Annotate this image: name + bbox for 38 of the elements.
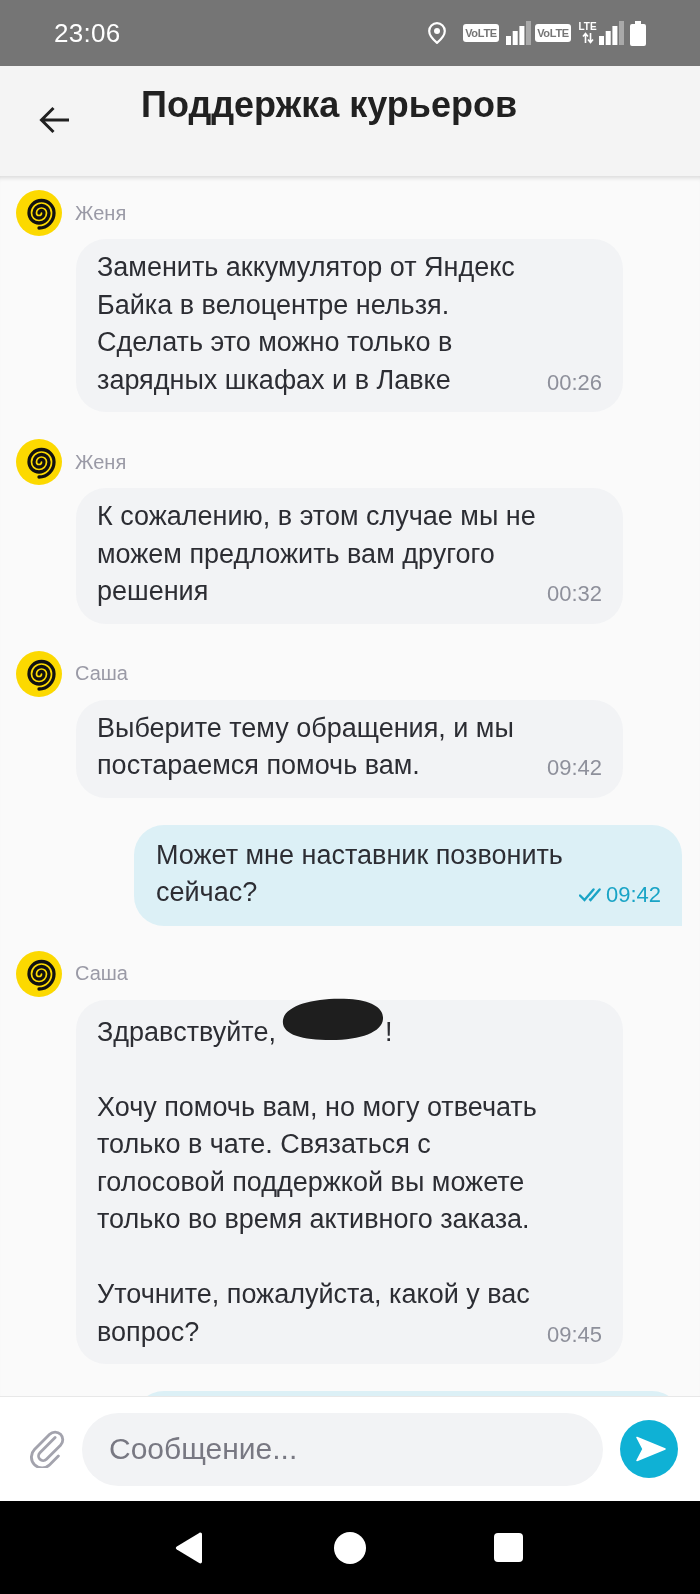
status-time: 23:06 — [54, 17, 121, 49]
signal-icon — [599, 21, 624, 45]
message-time: 09:42 — [546, 754, 602, 782]
message-time: 00:32 — [546, 580, 602, 608]
sender-name: Саша — [75, 962, 128, 985]
paperclip-icon[interactable] — [30, 1430, 65, 1468]
volte-badge: VoLTE — [463, 24, 499, 42]
message-text: Выберите тему обращения, и мы постараемся помочь вам. — [97, 712, 514, 780]
network-type-label: LTE — [578, 22, 597, 32]
message-time: 00:26 — [546, 368, 602, 397]
message-text: Хочу помочь вам, но могу отвечать только в чате. Связаться с голосовой поддержкой вы можете только во время активного заказа. — [97, 1091, 537, 1234]
message-text: ! — [384, 1016, 393, 1047]
screen-title: Поддержка курьеров — [141, 83, 517, 127]
spiral-avatar-icon — [16, 190, 62, 236]
message-text: Может мне наставник позвонить сейчас? — [156, 839, 563, 907]
battery-icon — [630, 20, 646, 46]
sender-name: Женя — [75, 201, 127, 225]
nav-back-icon[interactable] — [175, 1531, 204, 1564]
spiral-avatar-icon — [16, 650, 62, 697]
data-arrows-icon — [581, 32, 594, 44]
message-input[interactable]: Сообщение... — [82, 1412, 603, 1486]
nav-home-icon[interactable] — [334, 1531, 366, 1564]
message-text: Здравствуйте, — [97, 1016, 276, 1047]
message-text: К сожалению, в этом случае мы не можем предложить вам другого решения — [97, 501, 536, 606]
send-button[interactable] — [620, 1420, 678, 1478]
message-time: 09:45 — [546, 1320, 602, 1349]
volte-badge: VoLTE — [535, 24, 571, 42]
message-time: 09:42 — [605, 881, 661, 909]
back-arrow-icon[interactable] — [39, 106, 70, 134]
send-icon — [636, 1436, 666, 1462]
signal-icon — [506, 21, 531, 45]
location-pin-icon — [428, 22, 446, 44]
sender-name: Саша — [75, 662, 128, 685]
sender-name: Женя — [75, 450, 127, 474]
message-text: Заменить аккумулятор от Яндекс Байка в велоцентре нельзя. Сделать это можно только в зарядных шкафах и в Лавке — [97, 252, 515, 395]
spiral-avatar-icon — [16, 950, 62, 997]
spiral-avatar-icon — [16, 439, 62, 485]
message-text: Уточните, пожалуйста, какой у вас вопрос? — [97, 1279, 530, 1347]
